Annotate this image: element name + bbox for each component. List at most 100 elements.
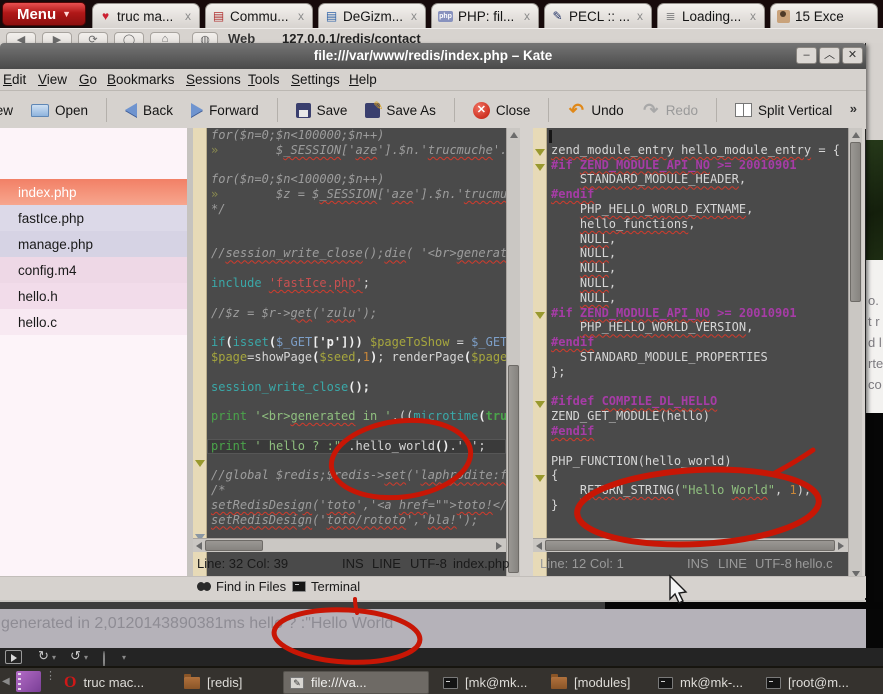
code-line: if(isset($_GET['p'])) $pageToShow = $_GE… bbox=[207, 335, 506, 350]
kate-titlebar[interactable]: file:///var/www/redis/index.php – Kate –… bbox=[0, 43, 866, 69]
new-button[interactable]: New bbox=[0, 103, 13, 118]
fold-marker-icon[interactable] bbox=[195, 460, 205, 467]
taskbar-item-4[interactable]: [mk@mk... bbox=[437, 671, 533, 694]
code-token: trucmuche bbox=[428, 143, 493, 157]
fold-marker-icon[interactable] bbox=[535, 164, 545, 171]
taskbar-item-1[interactable]: Otruc mac... bbox=[58, 671, 150, 694]
code-token: </a bbox=[493, 498, 506, 512]
code-token: #endif bbox=[551, 187, 594, 201]
menu-view[interactable]: View bbox=[38, 72, 67, 87]
fold-marker-icon[interactable] bbox=[535, 312, 545, 319]
file-item-hello.h[interactable]: hello.h bbox=[0, 283, 187, 309]
taskbar-item-label: [mk@mk... bbox=[465, 675, 527, 690]
right-horizontal-scrollbar[interactable] bbox=[533, 538, 848, 552]
close-tab-icon[interactable]: x bbox=[296, 9, 306, 23]
menu-button-label: Menu bbox=[17, 6, 56, 23]
forward-button[interactable]: Forward bbox=[191, 103, 259, 118]
refresh-icon[interactable]: ↺ bbox=[70, 648, 81, 664]
toolbar-button-label: Save bbox=[317, 103, 348, 118]
browser-menu-button[interactable]: Menu ▼ bbox=[2, 2, 86, 26]
file-item-config.m4[interactable]: config.m4 bbox=[0, 257, 187, 283]
open-icon bbox=[31, 104, 49, 117]
back-icon bbox=[125, 103, 137, 117]
undo-button[interactable]: ↶Undo bbox=[567, 101, 623, 119]
taskbar-item-5[interactable]: [modules] bbox=[545, 671, 636, 694]
editor-right-hello-c[interactable]: zend_module_entry hello_module_entry = {… bbox=[547, 128, 848, 581]
window-list-icon[interactable] bbox=[16, 671, 41, 692]
sync-icon[interactable]: ↻ bbox=[38, 648, 49, 664]
browser-tab-3[interactable]: ▤DeGizm...x bbox=[318, 3, 426, 28]
code-token: ( bbox=[225, 335, 232, 349]
taskbar-scroll-icon[interactable]: ◀ bbox=[2, 676, 10, 687]
menu-edit[interactable]: Edit bbox=[3, 72, 26, 87]
menu-tools[interactable]: Tools bbox=[248, 72, 280, 87]
close-tab-icon[interactable]: x bbox=[748, 9, 758, 23]
file-item-manage.php[interactable]: manage.php bbox=[0, 231, 187, 257]
code-line: } bbox=[547, 498, 848, 513]
right-vertical-scrollbar[interactable] bbox=[848, 128, 862, 581]
terminal-button[interactable]: Terminal bbox=[292, 579, 360, 594]
close-icon: ✕ bbox=[473, 102, 490, 119]
browser-tab-6[interactable]: ≣Loading...x bbox=[657, 3, 765, 28]
close-tab-icon[interactable]: x bbox=[522, 9, 532, 23]
file-item-label: fastIce.php bbox=[18, 211, 84, 226]
fold-marker-icon[interactable] bbox=[535, 401, 545, 408]
file-item-hello.c[interactable]: hello.c bbox=[0, 309, 187, 335]
close-tab-icon[interactable]: x bbox=[635, 9, 645, 23]
taskbar-item-6[interactable]: mk@mk-... bbox=[652, 671, 749, 694]
code-token: '); bbox=[457, 513, 479, 527]
menu-go[interactable]: Go bbox=[79, 72, 97, 87]
split-vertical-button[interactable]: Split Vertical bbox=[735, 103, 832, 118]
code-token: (' bbox=[406, 468, 420, 482]
code-line bbox=[207, 320, 506, 335]
code-line: //session_write_close();die( '<br>genera… bbox=[207, 246, 506, 261]
fold-marker-icon[interactable] bbox=[535, 149, 545, 156]
save-as-button[interactable]: Save As bbox=[365, 103, 436, 118]
chevron-down-icon[interactable]: ▾ bbox=[122, 653, 126, 662]
pane-splitter[interactable] bbox=[520, 128, 533, 581]
menu-bookmarks[interactable]: Bookmarks bbox=[107, 72, 175, 87]
toolbar-overflow-icon[interactable]: » bbox=[850, 101, 857, 116]
code-token: , bbox=[746, 202, 753, 216]
browser-tab-7[interactable]: 15 Exce bbox=[770, 3, 878, 28]
browser-tab-5[interactable]: ✎PECL :: ...x bbox=[544, 3, 652, 28]
browser-tab-1[interactable]: ♥truc ma...x bbox=[92, 3, 200, 28]
pencil-icon: ✎ bbox=[551, 10, 564, 23]
code-token: { bbox=[551, 468, 558, 482]
webpage-fragment: o. bbox=[868, 293, 879, 308]
fold-marker-icon[interactable] bbox=[535, 475, 545, 482]
open-button[interactable]: Open bbox=[31, 103, 88, 118]
left-vertical-scrollbar[interactable] bbox=[506, 128, 520, 581]
close-window-icon[interactable]: ✕ bbox=[842, 47, 863, 64]
close-button[interactable]: ✕Close bbox=[473, 102, 531, 119]
code-line bbox=[207, 158, 506, 173]
chevron-down-icon[interactable]: ▾ bbox=[52, 653, 56, 662]
code-line: setRedisDesign('toto','<a href="">toto!<… bbox=[207, 498, 506, 513]
menu-settings[interactable]: Settings bbox=[291, 72, 340, 87]
find-in-files-button[interactable]: Find in Files bbox=[197, 579, 286, 594]
left-horizontal-scrollbar[interactable] bbox=[193, 538, 506, 552]
back-button[interactable]: Back bbox=[125, 103, 173, 118]
panel-toggle-icon[interactable] bbox=[5, 650, 22, 664]
code-line: ZEND_GET_MODULE(hello) bbox=[547, 409, 848, 424]
editor-left-index-php[interactable]: for($n=0;$n<100000;$n++)» $_SESSION['aze… bbox=[207, 128, 506, 581]
code-token: isset bbox=[233, 335, 269, 349]
maximize-icon[interactable]: ︿ bbox=[819, 47, 840, 64]
chevron-down-icon[interactable]: ▾ bbox=[84, 653, 88, 662]
taskbar-item-7[interactable]: [root@m... bbox=[760, 671, 855, 694]
split-vertical-icon bbox=[735, 103, 752, 117]
close-tab-icon[interactable]: x bbox=[409, 9, 419, 23]
file-item-index.php[interactable]: index.php bbox=[0, 179, 187, 205]
minimize-icon[interactable]: – bbox=[796, 47, 817, 64]
menu-help[interactable]: Help bbox=[349, 72, 377, 87]
browser-tab-2[interactable]: ▤Commu...x bbox=[205, 3, 313, 28]
redo-button[interactable]: ↷Redo bbox=[642, 101, 698, 119]
browser-tab-4[interactable]: phpPHP: fil...x bbox=[431, 3, 539, 28]
save-button[interactable]: Save bbox=[296, 103, 348, 118]
menu-sessions[interactable]: Sessions bbox=[186, 72, 241, 87]
taskbar-item-3[interactable]: ✎file:///va... bbox=[283, 671, 429, 694]
close-tab-icon[interactable]: x bbox=[183, 9, 193, 23]
taskbar-item-2[interactable]: [redis] bbox=[178, 671, 248, 694]
file-item-fastIce.php[interactable]: fastIce.php bbox=[0, 205, 187, 231]
code-token: NULL bbox=[580, 276, 609, 290]
